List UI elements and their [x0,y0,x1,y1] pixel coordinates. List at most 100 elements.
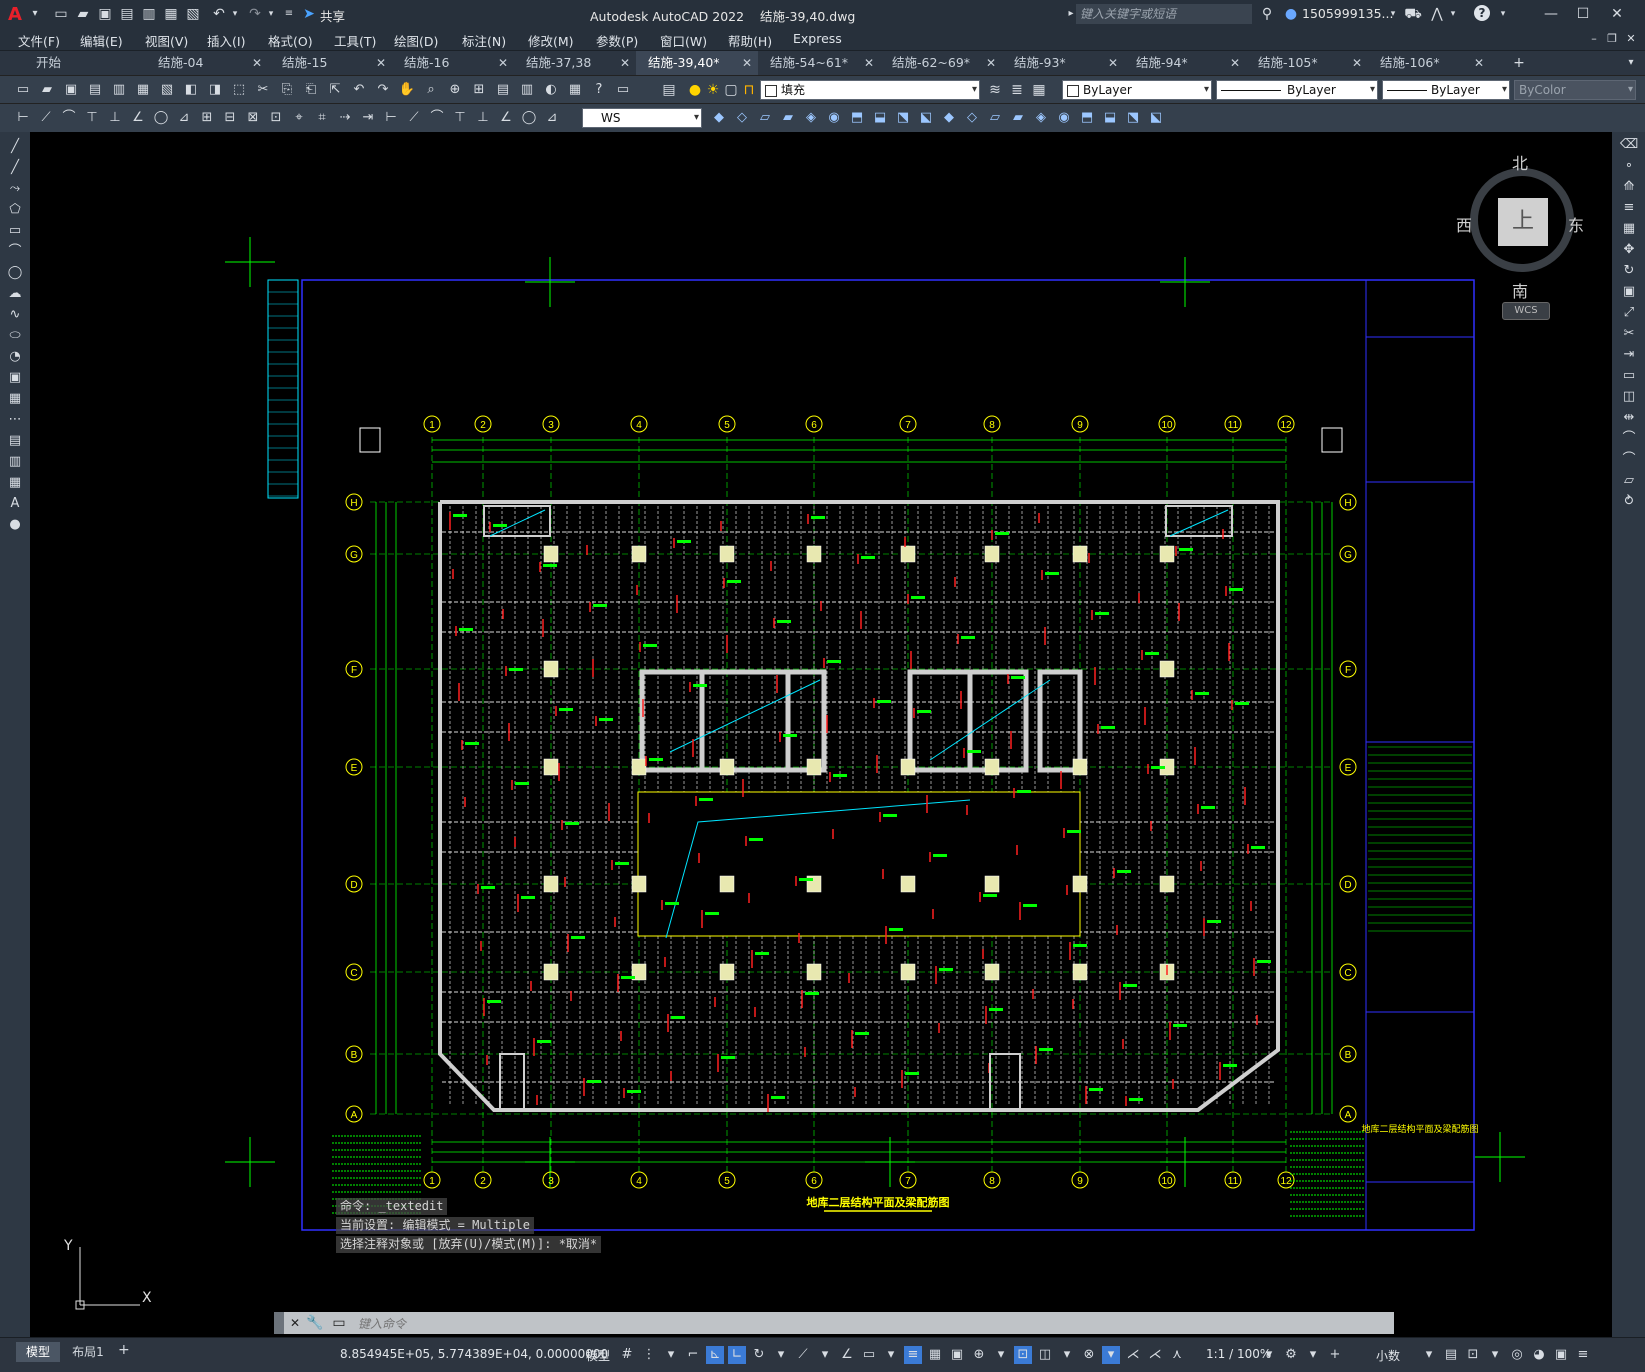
layer-previous-icon[interactable]: ≣ [1008,81,1026,99]
mirror-icon[interactable]: ⟰ [1620,178,1638,196]
doc-minimize-icon[interactable]: – [1585,30,1603,48]
hatch-icon[interactable]: ▤ [6,432,24,450]
viewcube-north-label[interactable]: 北 [1512,150,1528,174]
a360-dropdown-icon[interactable]: ▾ [1444,5,1462,23]
standard-tool-icon[interactable]: ↷ [374,81,392,99]
dimension-tool-icon[interactable]: ⟋ [37,109,55,127]
status-toggle-icon[interactable]: ⌐ [684,1346,702,1364]
stretch-icon[interactable]: ⤢ [1620,304,1638,322]
status-toggle-icon[interactable]: ▾ [772,1346,790,1364]
object-tool-icon[interactable]: ⬕ [917,109,935,127]
save-icon[interactable]: ▣ [96,5,114,23]
join-icon[interactable]: ⇹ [1620,409,1638,427]
viewcube-south-label[interactable]: 南 [1512,278,1528,302]
layout-tab-model[interactable]: 模型 [16,1342,60,1362]
status-toggle-icon[interactable]: ⊾ [706,1346,724,1364]
dimension-tool-icon[interactable]: ⊤ [83,109,101,127]
status-toggle-icon[interactable]: ⋌ [1146,1346,1164,1364]
arc-icon[interactable]: ⌒ [6,243,24,261]
gradient-icon[interactable]: ▥ [6,453,24,471]
add-selected-icon[interactable]: ● [6,516,24,534]
object-tool-icon[interactable]: ⬓ [1101,109,1119,127]
status-tool-icon[interactable]: ⊡ [1464,1346,1482,1364]
standard-tool-icon[interactable]: ▰ [38,81,56,99]
rotate-icon[interactable]: ↻ [1620,262,1638,280]
search-input[interactable]: 键入关键字或短语 [1076,4,1252,24]
layout-tab-layout1[interactable]: 布局1 [64,1342,112,1362]
status-toggle-icon[interactable]: ⟋ [794,1346,812,1364]
share-icon[interactable]: ➤ [300,5,318,23]
dimension-tool-icon[interactable]: ∠ [497,109,515,127]
status-tool-icon[interactable]: ◕ [1530,1346,1548,1364]
tab-10[interactable]: 结施-105* ✕ [1246,51,1368,75]
rectangle-icon[interactable]: ▭ [6,222,24,240]
object-tool-icon[interactable]: ⬓ [871,109,889,127]
dimension-tool-icon[interactable]: ⌒ [428,109,446,127]
array-icon[interactable]: ▦ [1620,220,1638,238]
object-tool-icon[interactable]: ◆ [940,109,958,127]
status-toggle-icon[interactable]: ▾ [1058,1346,1076,1364]
user-dropdown-icon[interactable]: ▾ [1384,5,1402,23]
object-tool-icon[interactable]: ⬒ [1078,109,1096,127]
viewcube[interactable]: 上 北 南 西 东 [1456,154,1584,301]
new-tab-icon[interactable]: + [1510,54,1528,72]
customize-qat-icon[interactable]: ≡ [280,5,298,23]
dimension-tool-icon[interactable]: ⊠ [244,109,262,127]
plot-icon[interactable]: ▧ [184,5,202,23]
circle-icon[interactable]: ◯ [6,264,24,282]
standard-tool-icon[interactable]: ⎗ [302,81,320,99]
status-tool-icon[interactable]: ▤ [1442,1346,1460,1364]
command-customize-icon[interactable]: 🔧 [306,1314,324,1332]
command-input[interactable] [356,1314,1380,1334]
status-toggle-icon[interactable]: ↻ [750,1346,768,1364]
add-layout-icon[interactable]: + [118,1342,130,1358]
plotstyle-combo[interactable]: ByColor ▾ [1514,80,1636,100]
status-toggle-icon[interactable]: ⊗ [1080,1346,1098,1364]
tab-4[interactable]: 结施-37,38 ✕ [514,51,636,75]
standard-tool-icon[interactable]: ⌕ [422,81,440,99]
object-tool-icon[interactable]: ◈ [1032,109,1050,127]
app-menu-chevron-icon[interactable]: ▾ [26,5,44,23]
minimize-icon[interactable]: — [1542,5,1560,23]
erase-icon[interactable]: ⌫ [1620,136,1638,154]
dimension-tool-icon[interactable]: ⇥ [359,109,377,127]
tab-0[interactable]: 开始 [24,51,146,75]
construction-line-icon[interactable]: ╱ [6,159,24,177]
dimension-tool-icon[interactable]: ⊢ [14,109,32,127]
standard-tool-icon[interactable]: ◧ [182,81,200,99]
standard-tool-icon[interactable]: ▤ [86,81,104,99]
object-tool-icon[interactable]: ▰ [1009,109,1027,127]
tab-close-icon[interactable]: ✕ [376,51,386,75]
coordinates-readout[interactable]: 8.854945E+05, 5.774389E+04, 0.00000000 [340,1347,608,1361]
standard-tool-icon[interactable]: ▦ [134,81,152,99]
object-tool-icon[interactable]: ▰ [779,109,797,127]
doc-close-icon[interactable]: ✕ [1622,30,1640,48]
status-toggle-icon[interactable]: ∟ [728,1346,746,1364]
object-tool-icon[interactable]: ◉ [1055,109,1073,127]
close-icon[interactable]: ✕ [1608,5,1626,23]
command-prompt-icon[interactable]: ▭ [330,1314,348,1332]
tab-close-icon[interactable]: ✕ [864,51,874,75]
status-toggle-icon[interactable]: ≡ [904,1346,922,1364]
line-icon[interactable]: ╱ [6,138,24,156]
command-close-icon[interactable]: ✕ [286,1314,304,1332]
open-folder-icon[interactable]: ▰ [74,5,92,23]
units-selector[interactable]: 小数 [1376,1347,1400,1364]
object-tool-icon[interactable]: ◇ [963,109,981,127]
command-grip-icon[interactable] [274,1312,284,1334]
standard-tool-icon[interactable]: ▭ [14,81,32,99]
status-toggle-icon[interactable]: ∠ [838,1346,856,1364]
color-combo[interactable]: ByLayer ▾ [1062,80,1212,100]
polyline-icon[interactable]: ⤳ [6,180,24,198]
standard-tool-icon[interactable]: ▣ [62,81,80,99]
new-file-icon[interactable]: ▭ [52,5,70,23]
insert-block-icon[interactable]: ▣ [6,369,24,387]
standard-tool-icon[interactable]: ▦ [566,81,584,99]
menu-item-1[interactable]: 编辑(E) [80,31,123,50]
chamfer-icon[interactable]: ⌒ [1620,430,1638,448]
tab-1[interactable]: 结施-04 ✕ [146,51,268,75]
object-tool-icon[interactable]: ◉ [825,109,843,127]
tab-list-icon[interactable]: ▾ [1622,54,1640,72]
tab-7[interactable]: 结施-62~69* ✕ [880,51,1002,75]
object-tool-icon[interactable]: ⬔ [894,109,912,127]
